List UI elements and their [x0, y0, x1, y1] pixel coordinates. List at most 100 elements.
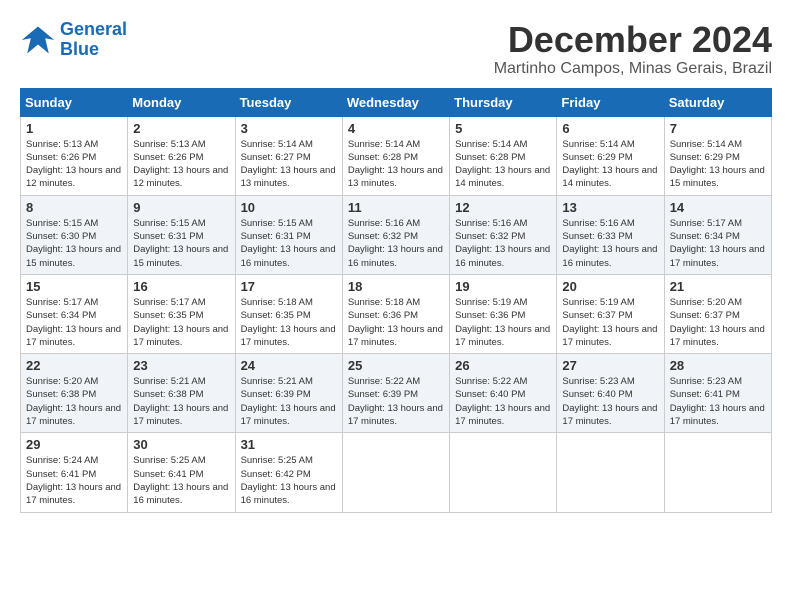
calendar-day-cell: 30 Sunrise: 5:25 AMSunset: 6:41 PMDaylig…	[128, 433, 235, 512]
calendar-header-cell: Saturday	[664, 88, 771, 116]
day-info: Sunrise: 5:14 AMSunset: 6:28 PMDaylight:…	[348, 139, 443, 190]
day-info: Sunrise: 5:15 AMSunset: 6:31 PMDaylight:…	[241, 218, 336, 269]
calendar-day-cell: 3 Sunrise: 5:14 AMSunset: 6:27 PMDayligh…	[235, 116, 342, 195]
day-info: Sunrise: 5:13 AMSunset: 6:26 PMDaylight:…	[133, 139, 228, 190]
day-number: 16	[133, 279, 229, 294]
calendar-day-cell: 28 Sunrise: 5:23 AMSunset: 6:41 PMDaylig…	[664, 354, 771, 433]
day-number: 18	[348, 279, 444, 294]
day-number: 7	[670, 121, 766, 136]
calendar-day-cell: 8 Sunrise: 5:15 AMSunset: 6:30 PMDayligh…	[21, 195, 128, 274]
day-info: Sunrise: 5:18 AMSunset: 6:35 PMDaylight:…	[241, 297, 336, 348]
day-info: Sunrise: 5:20 AMSunset: 6:37 PMDaylight:…	[670, 297, 765, 348]
day-number: 17	[241, 279, 337, 294]
day-number: 12	[455, 200, 551, 215]
day-info: Sunrise: 5:14 AMSunset: 6:29 PMDaylight:…	[670, 139, 765, 190]
day-number: 10	[241, 200, 337, 215]
calendar-header-cell: Monday	[128, 88, 235, 116]
calendar-day-cell: 18 Sunrise: 5:18 AMSunset: 6:36 PMDaylig…	[342, 274, 449, 353]
day-number: 9	[133, 200, 229, 215]
day-info: Sunrise: 5:17 AMSunset: 6:34 PMDaylight:…	[26, 297, 121, 348]
day-number: 24	[241, 358, 337, 373]
day-number: 1	[26, 121, 122, 136]
calendar-day-cell: 1 Sunrise: 5:13 AMSunset: 6:26 PMDayligh…	[21, 116, 128, 195]
day-info: Sunrise: 5:21 AMSunset: 6:39 PMDaylight:…	[241, 376, 336, 427]
calendar-day-cell	[557, 433, 664, 512]
day-info: Sunrise: 5:23 AMSunset: 6:41 PMDaylight:…	[670, 376, 765, 427]
day-number: 21	[670, 279, 766, 294]
day-info: Sunrise: 5:20 AMSunset: 6:38 PMDaylight:…	[26, 376, 121, 427]
calendar-body: 1 Sunrise: 5:13 AMSunset: 6:26 PMDayligh…	[21, 116, 772, 512]
calendar-day-cell	[450, 433, 557, 512]
calendar-day-cell: 20 Sunrise: 5:19 AMSunset: 6:37 PMDaylig…	[557, 274, 664, 353]
calendar-header-cell: Tuesday	[235, 88, 342, 116]
day-number: 28	[670, 358, 766, 373]
day-info: Sunrise: 5:13 AMSunset: 6:26 PMDaylight:…	[26, 139, 121, 190]
calendar-day-cell: 23 Sunrise: 5:21 AMSunset: 6:38 PMDaylig…	[128, 354, 235, 433]
calendar-day-cell: 4 Sunrise: 5:14 AMSunset: 6:28 PMDayligh…	[342, 116, 449, 195]
logo-general: General	[60, 19, 127, 39]
calendar-header-cell: Sunday	[21, 88, 128, 116]
day-number: 29	[26, 437, 122, 452]
calendar-day-cell: 6 Sunrise: 5:14 AMSunset: 6:29 PMDayligh…	[557, 116, 664, 195]
day-number: 2	[133, 121, 229, 136]
calendar-day-cell: 27 Sunrise: 5:23 AMSunset: 6:40 PMDaylig…	[557, 354, 664, 433]
day-info: Sunrise: 5:22 AMSunset: 6:40 PMDaylight:…	[455, 376, 550, 427]
calendar-day-cell: 29 Sunrise: 5:24 AMSunset: 6:41 PMDaylig…	[21, 433, 128, 512]
day-number: 22	[26, 358, 122, 373]
calendar-day-cell: 11 Sunrise: 5:16 AMSunset: 6:32 PMDaylig…	[342, 195, 449, 274]
day-number: 25	[348, 358, 444, 373]
calendar-header-cell: Thursday	[450, 88, 557, 116]
calendar-day-cell: 15 Sunrise: 5:17 AMSunset: 6:34 PMDaylig…	[21, 274, 128, 353]
day-info: Sunrise: 5:18 AMSunset: 6:36 PMDaylight:…	[348, 297, 443, 348]
calendar-day-cell: 2 Sunrise: 5:13 AMSunset: 6:26 PMDayligh…	[128, 116, 235, 195]
calendar-day-cell: 10 Sunrise: 5:15 AMSunset: 6:31 PMDaylig…	[235, 195, 342, 274]
day-number: 14	[670, 200, 766, 215]
calendar-day-cell: 17 Sunrise: 5:18 AMSunset: 6:35 PMDaylig…	[235, 274, 342, 353]
calendar-day-cell: 5 Sunrise: 5:14 AMSunset: 6:28 PMDayligh…	[450, 116, 557, 195]
day-number: 13	[562, 200, 658, 215]
calendar-header-cell: Friday	[557, 88, 664, 116]
location-subtitle: Martinho Campos, Minas Gerais, Brazil	[494, 60, 772, 78]
calendar-day-cell: 16 Sunrise: 5:17 AMSunset: 6:35 PMDaylig…	[128, 274, 235, 353]
day-number: 4	[348, 121, 444, 136]
page-header: General Blue December 2024 Martinho Camp…	[20, 20, 772, 78]
day-number: 31	[241, 437, 337, 452]
day-info: Sunrise: 5:16 AMSunset: 6:33 PMDaylight:…	[562, 218, 657, 269]
day-info: Sunrise: 5:19 AMSunset: 6:36 PMDaylight:…	[455, 297, 550, 348]
day-info: Sunrise: 5:23 AMSunset: 6:40 PMDaylight:…	[562, 376, 657, 427]
day-info: Sunrise: 5:25 AMSunset: 6:42 PMDaylight:…	[241, 455, 336, 506]
logo-blue: Blue	[60, 40, 127, 60]
day-number: 23	[133, 358, 229, 373]
calendar-header-cell: Wednesday	[342, 88, 449, 116]
logo-bird-icon	[20, 22, 56, 58]
day-number: 15	[26, 279, 122, 294]
day-info: Sunrise: 5:15 AMSunset: 6:31 PMDaylight:…	[133, 218, 228, 269]
calendar-day-cell: 12 Sunrise: 5:16 AMSunset: 6:32 PMDaylig…	[450, 195, 557, 274]
day-info: Sunrise: 5:16 AMSunset: 6:32 PMDaylight:…	[455, 218, 550, 269]
calendar-day-cell: 24 Sunrise: 5:21 AMSunset: 6:39 PMDaylig…	[235, 354, 342, 433]
day-info: Sunrise: 5:19 AMSunset: 6:37 PMDaylight:…	[562, 297, 657, 348]
day-number: 26	[455, 358, 551, 373]
calendar-week-row: 8 Sunrise: 5:15 AMSunset: 6:30 PMDayligh…	[21, 195, 772, 274]
calendar-week-row: 22 Sunrise: 5:20 AMSunset: 6:38 PMDaylig…	[21, 354, 772, 433]
day-number: 5	[455, 121, 551, 136]
day-number: 3	[241, 121, 337, 136]
day-info: Sunrise: 5:14 AMSunset: 6:27 PMDaylight:…	[241, 139, 336, 190]
calendar-day-cell: 22 Sunrise: 5:20 AMSunset: 6:38 PMDaylig…	[21, 354, 128, 433]
calendar-week-row: 1 Sunrise: 5:13 AMSunset: 6:26 PMDayligh…	[21, 116, 772, 195]
day-info: Sunrise: 5:17 AMSunset: 6:35 PMDaylight:…	[133, 297, 228, 348]
day-info: Sunrise: 5:24 AMSunset: 6:41 PMDaylight:…	[26, 455, 121, 506]
calendar-day-cell: 13 Sunrise: 5:16 AMSunset: 6:33 PMDaylig…	[557, 195, 664, 274]
calendar-header-row: SundayMondayTuesdayWednesdayThursdayFrid…	[21, 88, 772, 116]
day-number: 11	[348, 200, 444, 215]
calendar-day-cell: 9 Sunrise: 5:15 AMSunset: 6:31 PMDayligh…	[128, 195, 235, 274]
calendar-day-cell: 19 Sunrise: 5:19 AMSunset: 6:36 PMDaylig…	[450, 274, 557, 353]
day-info: Sunrise: 5:21 AMSunset: 6:38 PMDaylight:…	[133, 376, 228, 427]
month-title: December 2024	[494, 20, 772, 60]
calendar-table: SundayMondayTuesdayWednesdayThursdayFrid…	[20, 88, 772, 513]
day-info: Sunrise: 5:14 AMSunset: 6:28 PMDaylight:…	[455, 139, 550, 190]
calendar-day-cell: 14 Sunrise: 5:17 AMSunset: 6:34 PMDaylig…	[664, 195, 771, 274]
calendar-day-cell	[664, 433, 771, 512]
day-number: 27	[562, 358, 658, 373]
calendar-week-row: 29 Sunrise: 5:24 AMSunset: 6:41 PMDaylig…	[21, 433, 772, 512]
